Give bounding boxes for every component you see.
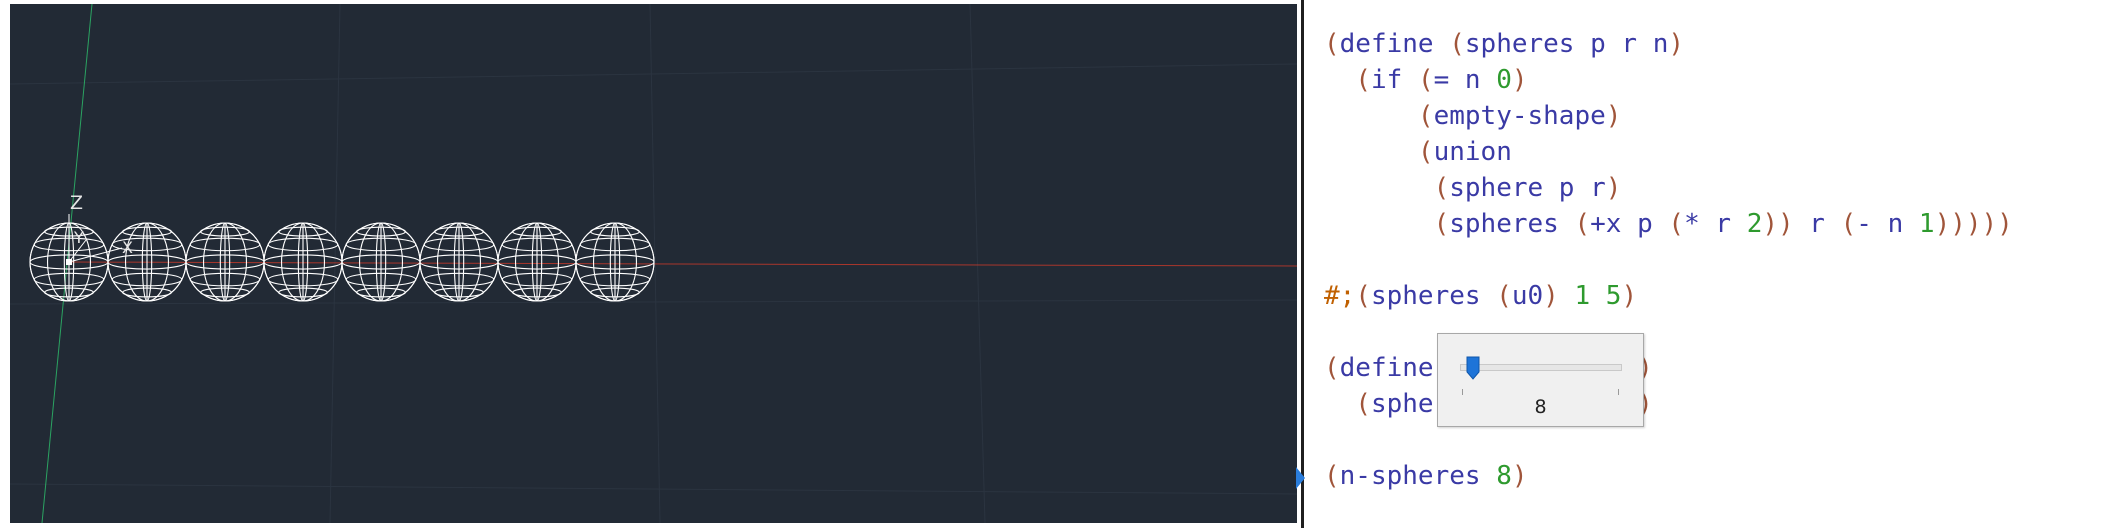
code-token-id: n-spheres — [1339, 461, 1497, 491]
code-line[interactable]: (define (n-spheres n) — [1324, 350, 2013, 386]
code-editor[interactable]: (define (spheres p r n) (if (= n 0) (emp… — [1310, 0, 2117, 528]
code-token-id: = n — [1433, 65, 1497, 95]
wireframe-sphere[interactable] — [419, 222, 499, 302]
code-line[interactable] — [1324, 314, 2013, 350]
z-axis-label: Z — [70, 192, 84, 214]
code-token-num: 1 — [1574, 281, 1591, 311]
grid-line — [969, 4, 986, 523]
code-token-paren: ( — [1417, 65, 1434, 95]
code-token-paren: ( — [1417, 137, 1434, 167]
code-token-paren: ) — [1511, 65, 1528, 95]
wireframe-sphere[interactable] — [575, 222, 655, 302]
code-token-paren: ( — [1355, 389, 1371, 419]
code-token-paren: ( — [1355, 281, 1371, 311]
code-token-id — [1559, 281, 1575, 311]
code-token-paren: ) — [1605, 101, 1622, 131]
code-token-id — [1324, 65, 1355, 95]
code-line[interactable]: (empty-shape) — [1324, 98, 2013, 134]
slider-value-label: 8 — [1534, 396, 1547, 418]
code-token-paren: ) — [1511, 461, 1528, 491]
code-token-paren: ( — [1433, 209, 1450, 239]
slider-track[interactable] — [1460, 364, 1622, 371]
code-line[interactable]: #;(spheres (u0) 1 5) — [1324, 278, 2013, 314]
code-token-paren: ) — [1605, 173, 1622, 203]
x-axis-label: X — [122, 238, 133, 257]
code-token-id: spheres — [1449, 209, 1575, 239]
code-token-paren: ( — [1840, 209, 1857, 239]
code-line[interactable]: (sphere p r) — [1324, 170, 2013, 206]
code-token-id: * r — [1684, 209, 1747, 239]
code-token-num: 5 — [1605, 281, 1622, 311]
code-token-comment: #; — [1324, 281, 1356, 311]
code-text[interactable]: (define (spheres p r n) (if (= n 0) (emp… — [1324, 26, 2013, 494]
code-token-id: spheres — [1370, 281, 1497, 311]
app-window: Z Y X (define (spheres p r n) (if (= n 0… — [0, 0, 2117, 528]
grid-line — [10, 299, 1297, 305]
3d-viewport[interactable]: Z Y X — [10, 4, 1297, 523]
splitter-handle-icon[interactable] — [1296, 467, 1305, 489]
code-token-id: r — [1793, 209, 1841, 239]
code-token-id: +x p — [1590, 209, 1669, 239]
code-token-id: empty-shape — [1433, 101, 1606, 131]
grid-line — [10, 63, 1297, 85]
wireframe-sphere[interactable] — [263, 222, 343, 302]
code-token-id — [1324, 137, 1418, 167]
code-token-id: if — [1370, 65, 1418, 95]
slider-thumb[interactable] — [1466, 356, 1480, 380]
pane-divider[interactable] — [1301, 0, 1304, 528]
grid-line — [10, 483, 1297, 495]
code-token-id: sphere p r — [1449, 173, 1606, 203]
code-token-id — [1324, 389, 1355, 419]
code-token-paren: ))))) — [1934, 209, 2013, 239]
code-token-paren: )) — [1762, 209, 1794, 239]
code-token-paren: ( — [1574, 209, 1591, 239]
code-line[interactable]: (n-spheres 8) — [1324, 458, 2013, 494]
slider-popup[interactable]: 8 — [1437, 333, 1644, 427]
code-token-paren: ) — [1668, 29, 1685, 59]
code-token-paren: ( — [1355, 65, 1371, 95]
code-token-id — [1324, 209, 1434, 239]
code-token-id: define — [1339, 353, 1450, 383]
slider-tick-max — [1618, 389, 1619, 395]
code-token-id: union — [1433, 137, 1512, 167]
code-token-id: define — [1339, 29, 1450, 59]
code-token-id — [1590, 281, 1606, 311]
grid-line — [329, 4, 341, 523]
code-line[interactable]: (define (spheres p r n) — [1324, 26, 2013, 62]
code-token-id — [1324, 173, 1434, 203]
code-token-id — [1324, 101, 1418, 131]
code-line[interactable]: (spheres (+x p (* r 2)) r (- n 1))))) — [1324, 206, 2013, 242]
viewport-canvas[interactable] — [10, 4, 1297, 523]
code-token-num: 8 — [1496, 461, 1512, 491]
code-line[interactable]: (union — [1324, 134, 2013, 170]
wireframe-sphere[interactable] — [497, 222, 577, 302]
code-token-paren: ( — [1324, 353, 1340, 383]
code-token-id: spheres p r n — [1464, 29, 1669, 59]
code-token-paren: ( — [1324, 29, 1340, 59]
code-token-paren: ) — [1621, 281, 1638, 311]
code-token-paren: ( — [1417, 101, 1434, 131]
code-line[interactable] — [1324, 422, 2013, 458]
y-axis-label: Y — [74, 228, 84, 247]
gizmo-origin — [66, 259, 72, 265]
x-axis-line — [69, 261, 1297, 267]
code-line[interactable] — [1324, 242, 2013, 278]
wireframe-sphere[interactable] — [341, 222, 421, 302]
code-token-num: 0 — [1496, 65, 1512, 95]
code-line[interactable]: (spheres (u0) 1 n)) — [1324, 386, 2013, 422]
code-token-paren: ( — [1668, 209, 1685, 239]
code-token-num: 2 — [1746, 209, 1763, 239]
code-token-id: - n — [1856, 209, 1919, 239]
code-token-paren: ( — [1449, 29, 1465, 59]
code-token-paren: ( — [1496, 281, 1512, 311]
code-token-id: u0 — [1511, 281, 1544, 311]
code-token-paren: ) — [1543, 281, 1559, 311]
slider-tick-min — [1462, 389, 1463, 395]
code-token-paren: ( — [1433, 173, 1450, 203]
code-token-paren: ( — [1324, 461, 1340, 491]
code-token-num: 1 — [1918, 209, 1935, 239]
code-line[interactable]: (if (= n 0) — [1324, 62, 2013, 98]
